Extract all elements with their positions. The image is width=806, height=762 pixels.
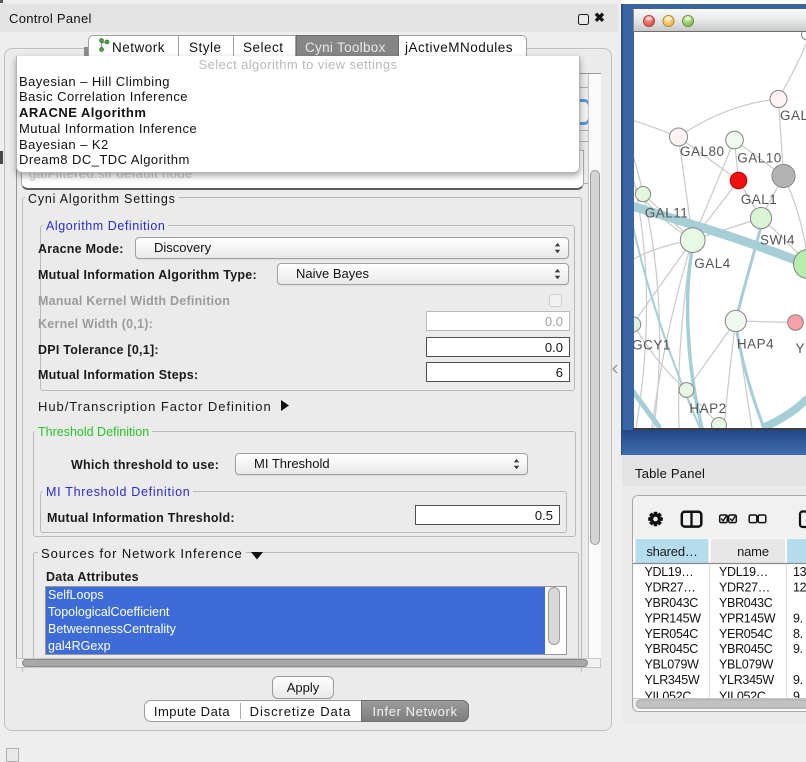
svg-text:Y: Y [796, 341, 806, 356]
svg-text:9.: 9. [793, 611, 803, 625]
svg-text:8.: 8. [793, 627, 803, 641]
svg-text:YDR27…: YDR27… [719, 581, 770, 595]
svg-text:YPR145W: YPR145W [719, 611, 776, 625]
svg-text:13: 13 [793, 565, 806, 579]
svg-text:GCY1: GCY1 [634, 338, 671, 353]
svg-text:YER054C: YER054C [645, 627, 699, 641]
svg-text:YDL19…: YDL19… [719, 565, 768, 579]
svg-text:YBR045C: YBR045C [719, 642, 773, 656]
svg-text:YLR345W: YLR345W [645, 673, 700, 687]
svg-text:SWI4: SWI4 [760, 233, 795, 248]
svg-text:YBR043C: YBR043C [645, 596, 699, 610]
svg-text:YBL079W: YBL079W [719, 658, 774, 672]
svg-text:YDL19…: YDL19… [645, 565, 694, 579]
svg-text:HAP4: HAP4 [737, 337, 774, 352]
svg-text:YBR043C: YBR043C [719, 596, 773, 610]
svg-text:YPR145W: YPR145W [645, 611, 702, 625]
svg-text:GAL80: GAL80 [680, 144, 725, 159]
svg-text:YLR345W: YLR345W [719, 673, 774, 687]
svg-text:9.: 9. [793, 673, 803, 687]
svg-text:HAP2: HAP2 [689, 401, 726, 416]
svg-text:YER054C: YER054C [719, 627, 773, 641]
svg-text:GAL1: GAL1 [741, 192, 778, 207]
svg-text:name: name [737, 544, 769, 559]
svg-text:shared…: shared… [646, 544, 697, 559]
svg-text:YBL079W: YBL079W [645, 658, 700, 672]
svg-text:GAL11: GAL11 [645, 206, 689, 221]
svg-text:9.: 9. [793, 642, 803, 656]
svg-text:GAL4: GAL4 [694, 256, 731, 271]
svg-text:GAL10: GAL10 [737, 151, 782, 166]
svg-text:12: 12 [793, 581, 806, 595]
svg-text:YDR27…: YDR27… [645, 581, 696, 595]
svg-text:GAL2: GAL2 [780, 108, 806, 123]
svg-text:YBR045C: YBR045C [645, 642, 699, 656]
